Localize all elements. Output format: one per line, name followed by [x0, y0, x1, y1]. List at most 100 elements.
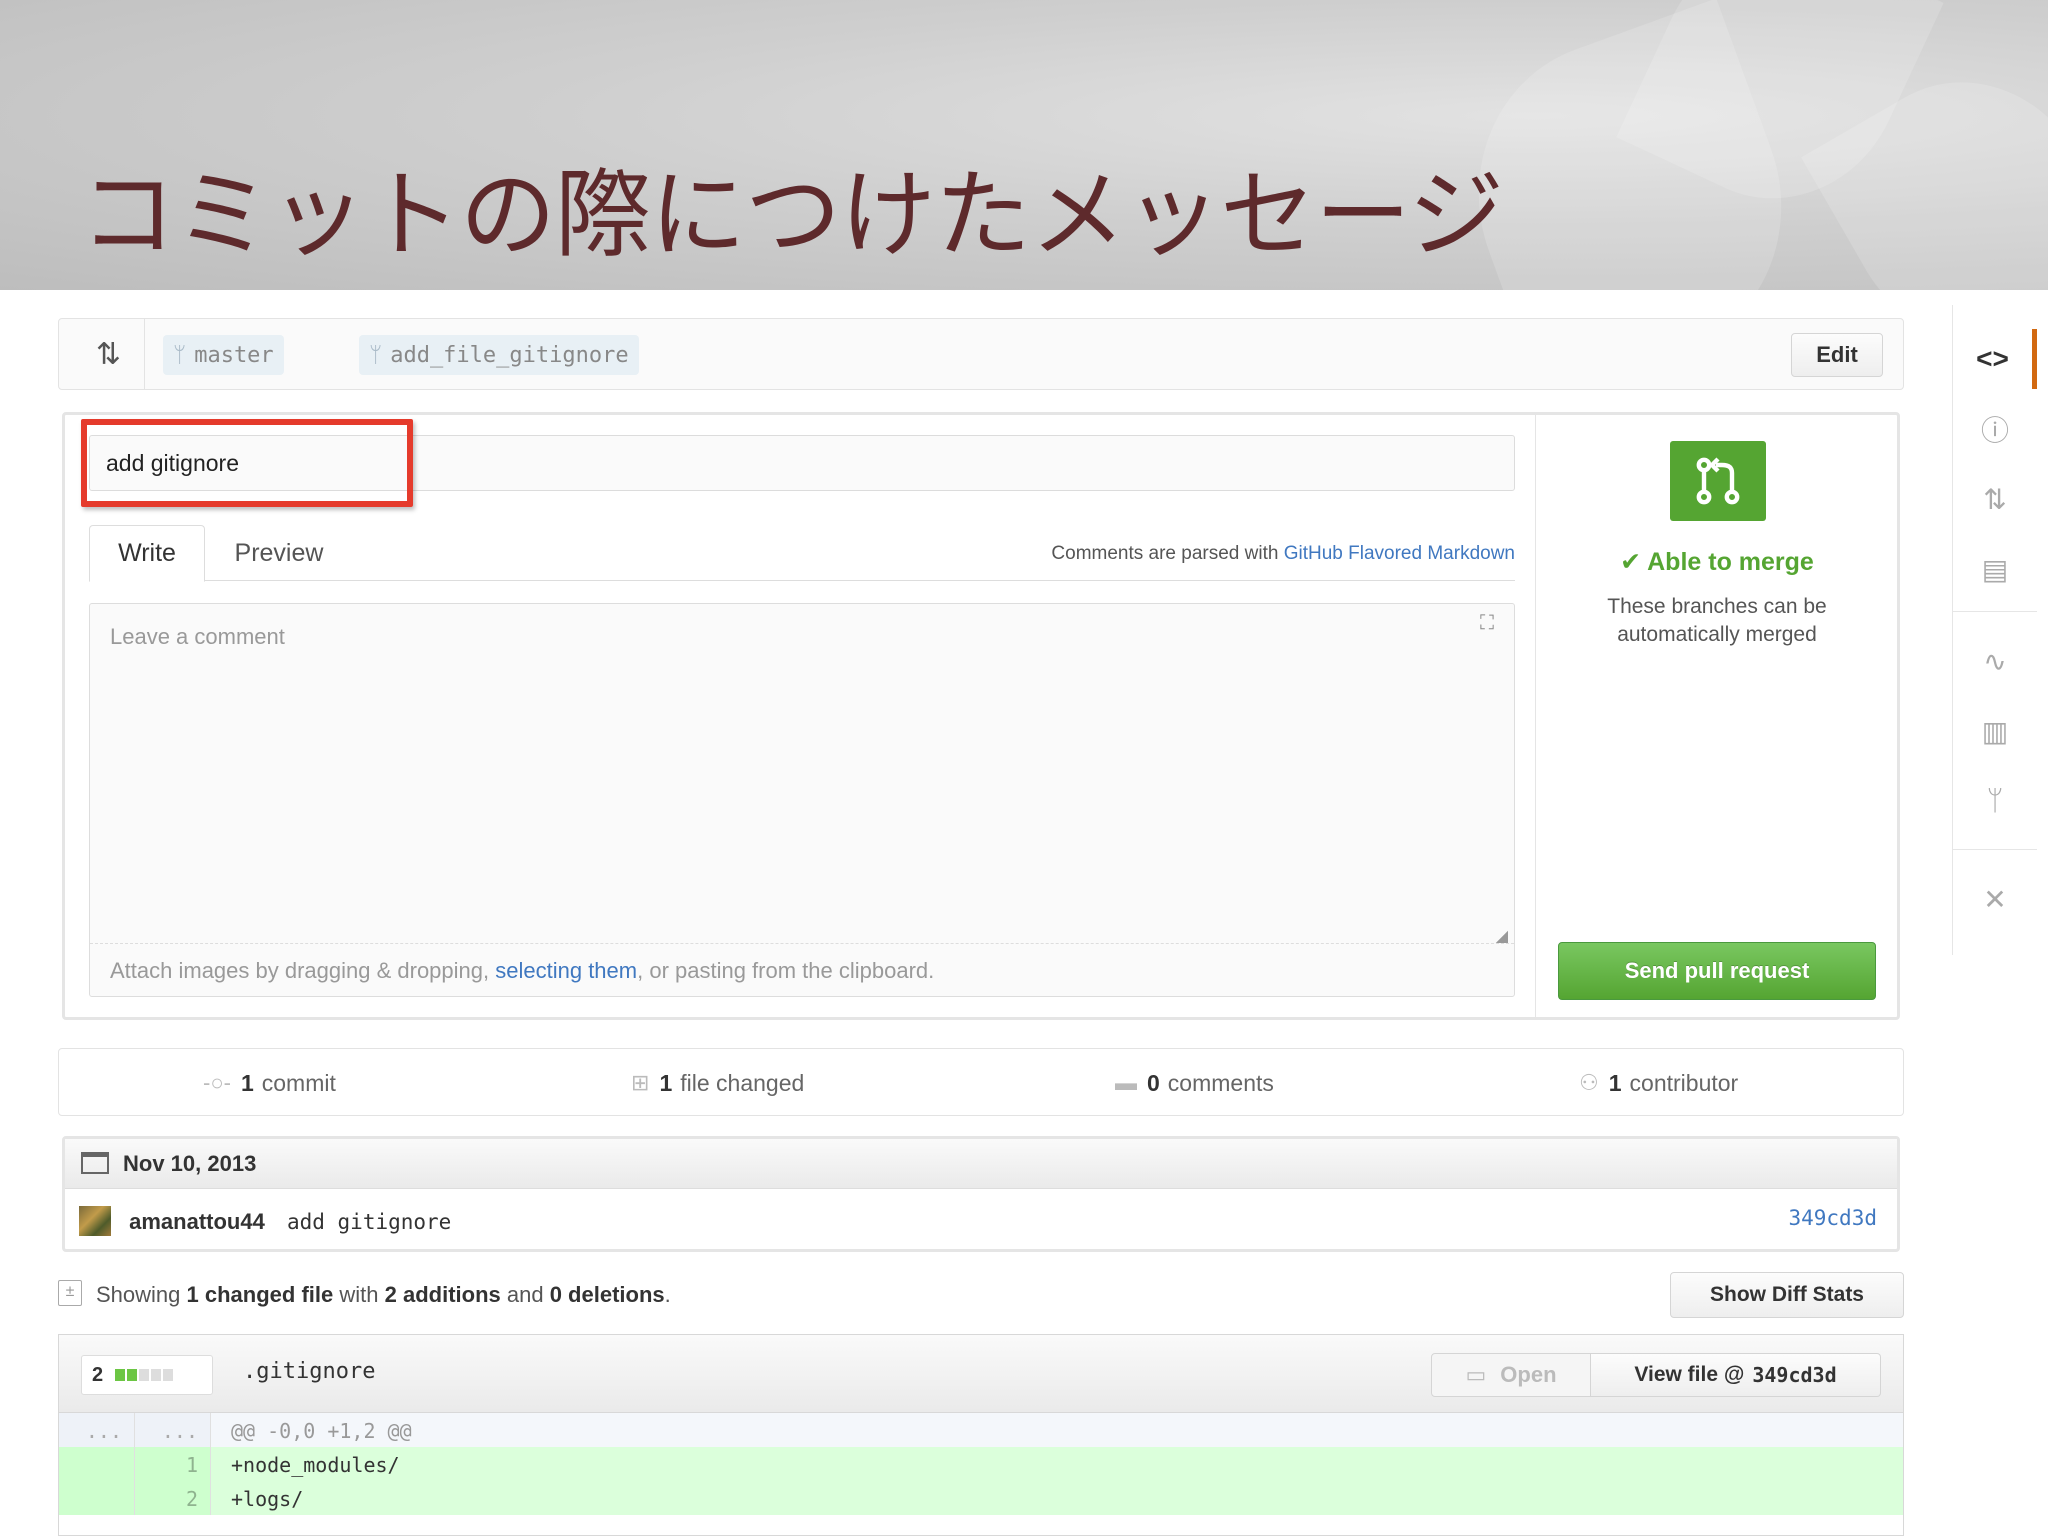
summary-contributors[interactable]: ⚇ 1 contributor [1579, 1049, 1738, 1117]
commit-sha-link[interactable]: 349cd3d [1788, 1206, 1877, 1230]
view-file-label: View file @ [1634, 1363, 1745, 1386]
nav-divider [1953, 611, 2037, 612]
diff-code-line: +node_modules/ [231, 1453, 400, 1477]
toc-text: and [500, 1282, 550, 1307]
slide-banner: コミットの際につけたメッセージ [0, 0, 2048, 290]
attach-images-bar: Attach images by dragging & dropping, se… [90, 943, 1514, 997]
toc-changed-label[interactable]: changed file [199, 1282, 333, 1307]
contributors-count: 1 [1608, 1069, 1622, 1096]
issues-icon[interactable]: ⓘ [1953, 399, 2037, 459]
comment-textarea[interactable]: Leave a comment ⛶ ◢ Attach images by dra… [89, 603, 1515, 997]
line-number-old[interactable]: ... [59, 1413, 135, 1447]
toc-deletions-count: 0 [549, 1282, 562, 1307]
commit-author[interactable]: amanattou44 [129, 1209, 265, 1234]
edit-button[interactable]: Edit [1791, 333, 1883, 377]
diff-table: ... ... @@ -0,0 +1,2 @@ 1 +node_modules/… [59, 1413, 1903, 1515]
merge-status-column: ✔ Able to merge These branches can be au… [1535, 415, 1897, 1017]
contributors-icon: ⚇ [1579, 1070, 1599, 1095]
file-diff: 2 .gitignore ▭ Open View file @ 349cd3d ..… [58, 1334, 1904, 1536]
files-label: file changed [680, 1069, 805, 1096]
pulse-icon[interactable]: ∿ [1953, 631, 2037, 691]
hunk-header: @@ -0,0 +1,2 @@ [231, 1419, 412, 1443]
nav-divider [1953, 849, 2037, 850]
file-diff-icon: ⊞ [631, 1070, 650, 1095]
line-number-new[interactable]: 1 [135, 1447, 211, 1481]
diff-hunk-row: ... ... @@ -0,0 +1,2 @@ [59, 1413, 1903, 1447]
toc-additions-count: 2 [384, 1282, 397, 1307]
repo-side-nav: <> ⓘ ⇅ ▤ ∿ ▥ ᛘ ✕ [1952, 305, 2037, 955]
commits-count: 1 [240, 1069, 254, 1096]
markdown-note: Comments are parsed with GitHub Flavored… [1051, 543, 1515, 565]
diffstat-neutral-block [162, 1369, 173, 1381]
merge-status: ✔ Able to merge [1620, 548, 1814, 576]
diff-addition-row: 1 +node_modules/ [59, 1447, 1903, 1481]
comments-label: comments [1167, 1069, 1274, 1096]
merge-description: These branches can be automatically merg… [1607, 595, 1827, 646]
tab-write[interactable]: Write [89, 525, 205, 582]
attach-text-suffix: , or pasting from the clipboard. [637, 958, 935, 983]
commit-message[interactable]: add gitignore [287, 1210, 451, 1234]
comment-placeholder: Leave a comment [110, 624, 285, 649]
commit-date-header: Nov 10, 2013 [65, 1139, 1897, 1189]
diffstat-add-block [126, 1369, 137, 1381]
send-pull-request-button[interactable]: Send pull request [1558, 942, 1876, 1000]
file-name-link[interactable]: .gitignore [243, 1359, 375, 1384]
calendar-icon [81, 1152, 109, 1174]
summary-commits[interactable]: -○- 1 commit [203, 1049, 336, 1117]
branch-icon: ᛘ [369, 342, 383, 368]
line-number-old[interactable] [59, 1481, 135, 1515]
summary-comments[interactable]: ▬ 0 comments [1115, 1049, 1274, 1117]
diff-addition-row: 2 +logs/ [59, 1481, 1903, 1515]
network-icon[interactable]: ᛘ [1953, 771, 2037, 831]
markdown-link[interactable]: GitHub Flavored Markdown [1284, 543, 1515, 564]
pull-request-icon[interactable]: ⇅ [1953, 469, 2037, 529]
summary-files[interactable]: ⊞ 1 file changed [631, 1049, 804, 1117]
toc-changed-count: 1 [186, 1282, 199, 1307]
view-file-button[interactable]: View file @ 349cd3d [1591, 1353, 1881, 1397]
merge-icon [1670, 441, 1766, 521]
wiki-icon[interactable]: ▤ [1953, 539, 2037, 599]
slide-title: コミットの際につけたメッセージ [80, 159, 1504, 271]
code-icon[interactable]: <> [1953, 329, 2037, 389]
branch-icon: ᛘ [173, 342, 187, 368]
diffstat-neutral-block [150, 1369, 161, 1381]
file-actions: ▭ Open View file @ 349cd3d [1431, 1353, 1881, 1397]
open-in-desktop-button[interactable]: ▭ Open [1431, 1353, 1591, 1397]
show-diff-stats-button[interactable]: Show Diff Stats [1670, 1272, 1904, 1318]
head-branch-selector[interactable]: ᛘ add_file_gitignore [359, 335, 639, 375]
file-header: 2 .gitignore ▭ Open View file @ 349cd3d [59, 1335, 1903, 1413]
head-branch-name: add_file_gitignore [390, 342, 629, 368]
markdown-note-text: Comments are parsed with [1051, 543, 1284, 564]
annotation-highlight-box [81, 419, 413, 507]
line-number-old[interactable] [59, 1447, 135, 1481]
diffstat-neutral-block [138, 1369, 149, 1381]
open-label: Open [1500, 1362, 1557, 1387]
toc-text: Showing [96, 1282, 187, 1307]
select-files-link[interactable]: selecting them [495, 958, 637, 983]
toc-deletions-label: deletions [561, 1282, 665, 1307]
commit-list: Nov 10, 2013 amanattou44 add gitignore 3… [62, 1136, 1900, 1252]
line-number-new[interactable]: ... [135, 1413, 211, 1447]
settings-icon[interactable]: ✕ [1953, 869, 2037, 929]
comments-count: 0 [1147, 1069, 1160, 1096]
toc-text: with [333, 1282, 385, 1307]
desktop-icon: ▭ [1465, 1362, 1487, 1387]
toc-additions-label: additions [396, 1282, 501, 1307]
commits-label: commit [261, 1069, 336, 1096]
tab-preview[interactable]: Preview [219, 525, 339, 582]
avatar[interactable] [79, 1206, 111, 1236]
diff-summary-text: Showing 1 changed file with 2 additions … [96, 1282, 671, 1308]
diffstat-count: 2 [92, 1364, 104, 1386]
comment-tabs: Write Preview Comments are parsed with G… [89, 525, 1515, 582]
toc-text: . [664, 1282, 671, 1307]
commit-icon: -○- [203, 1070, 231, 1095]
graphs-icon[interactable]: ▥ [1953, 701, 2037, 761]
compare-swap-icon[interactable]: ⇅ [73, 318, 145, 390]
line-number-new[interactable]: 2 [135, 1481, 211, 1515]
diff-toc: ± Showing 1 changed file with 2 addition… [58, 1272, 1904, 1320]
base-branch-name: master [194, 342, 274, 368]
pr-summary-bar: -○- 1 commit ⊞ 1 file changed ▬ 0 commen… [58, 1048, 1904, 1116]
fullscreen-icon[interactable]: ⛶ [1472, 612, 1502, 636]
base-branch-selector[interactable]: ᛘ master [163, 335, 284, 375]
comment-icon: ▬ [1115, 1070, 1137, 1095]
